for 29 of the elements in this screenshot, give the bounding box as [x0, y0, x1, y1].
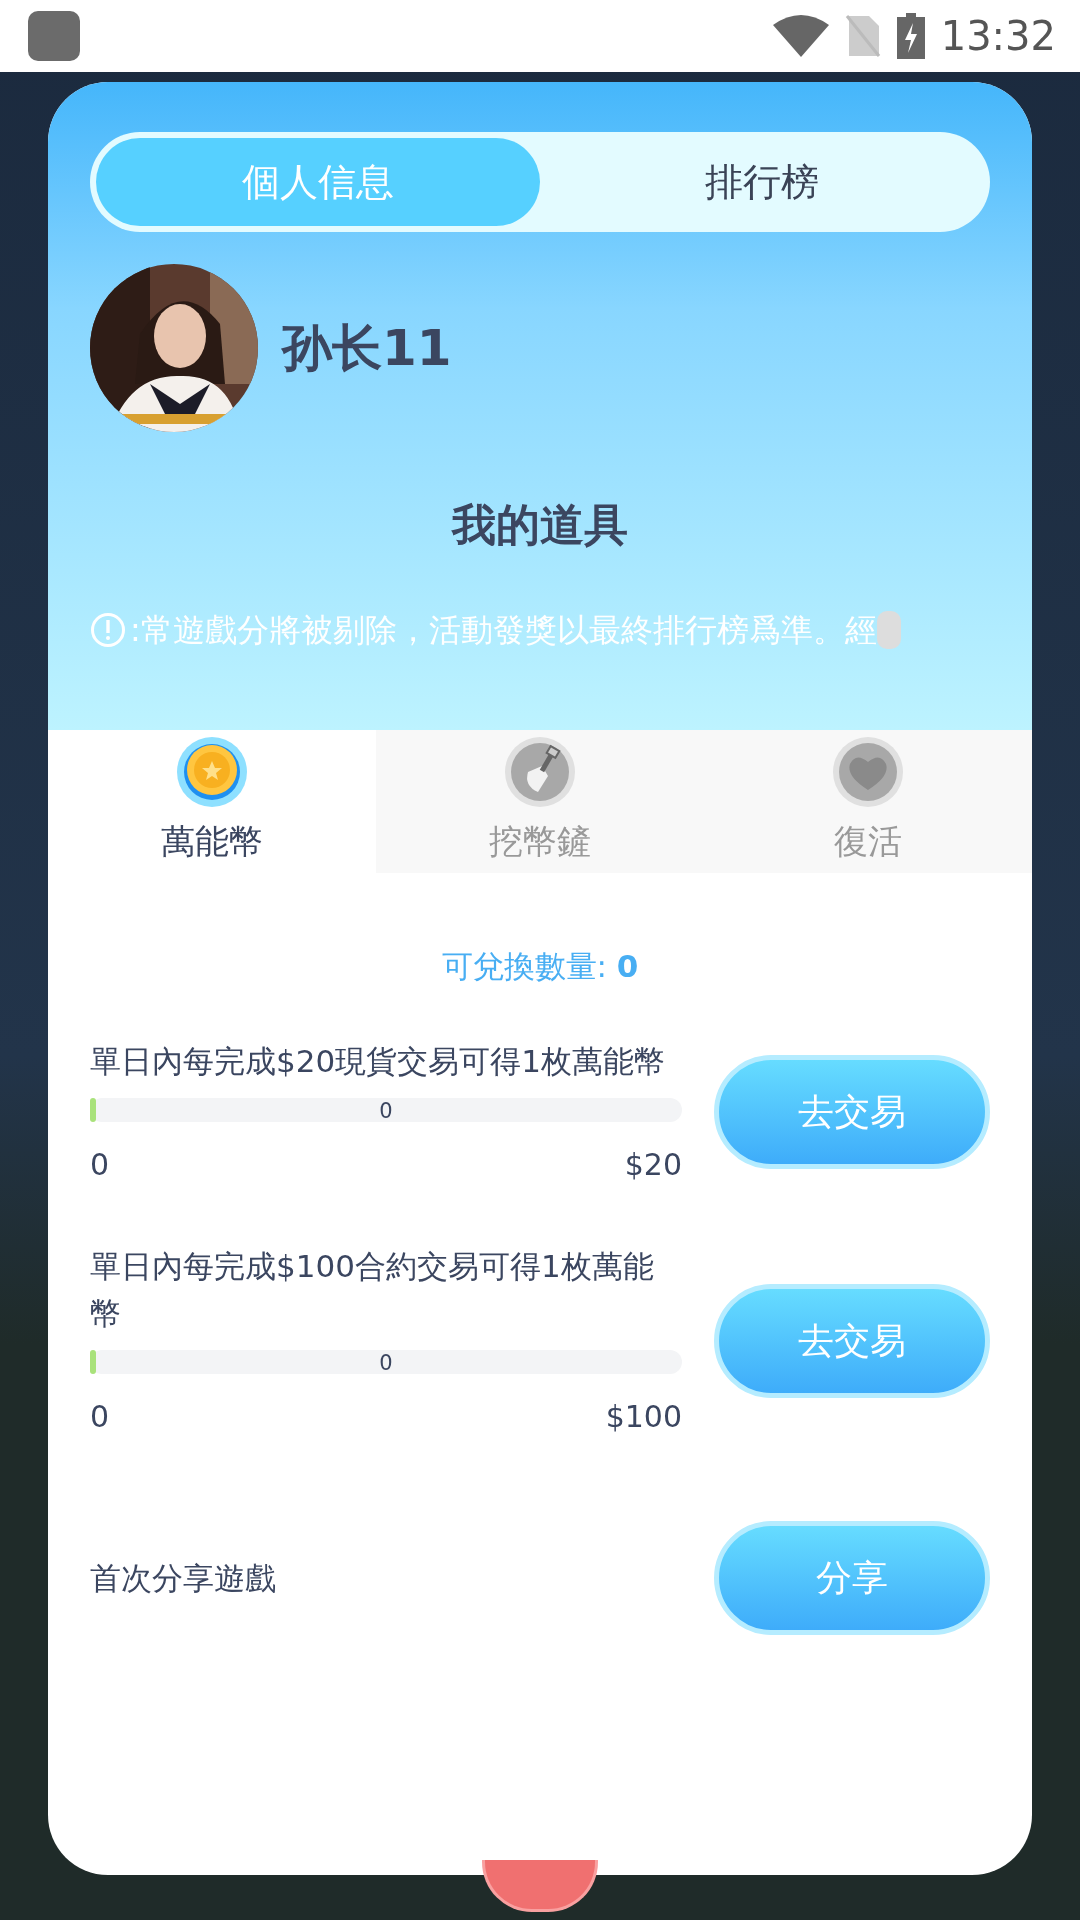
- range-min: 0: [90, 1146, 110, 1184]
- info-icon: [90, 612, 126, 648]
- battery-charging-icon: [896, 13, 925, 59]
- no-sim-icon: [844, 14, 881, 58]
- share-button[interactable]: 分享: [714, 1521, 990, 1636]
- clock: 13:32: [940, 12, 1056, 61]
- task-text: 單日內每完成$20現貨交易可得1枚萬能幣: [90, 1041, 666, 1081]
- shovel-icon: [504, 736, 576, 808]
- notice-text: :常遊戲分將被剔除，活動發獎以最終排行榜爲準。經: [130, 610, 877, 651]
- task-text: 單日內每完成$100合約交易可得1枚萬能幣: [90, 1247, 655, 1333]
- tab[interactable]: 個人信息: [96, 138, 540, 226]
- app-icon: [28, 11, 80, 61]
- exchange-count: 可兌換數量: 0: [441, 948, 639, 984]
- coin-icon: [176, 736, 248, 808]
- wifi-icon: [772, 15, 829, 57]
- scroll-thumb: [876, 611, 901, 649]
- trade-button[interactable]: 去交易: [714, 1055, 990, 1170]
- progress-reading: 0: [379, 1098, 393, 1125]
- progress-reading: 0: [379, 1350, 393, 1377]
- task-text: 首次分享遊戲: [90, 1559, 277, 1598]
- item-tab[interactable]: 挖幣鏟: [376, 730, 704, 873]
- tab[interactable]: 排行榜: [540, 138, 984, 226]
- section-title: 我的道具: [452, 499, 628, 550]
- range-max: $20: [624, 1146, 682, 1184]
- trade-button[interactable]: 去交易: [714, 1284, 990, 1398]
- range-min: 0: [90, 1398, 110, 1436]
- user-name: 孙长11: [282, 317, 452, 379]
- item-tab[interactable]: 復活: [704, 730, 1032, 873]
- range-max: $100: [605, 1398, 682, 1436]
